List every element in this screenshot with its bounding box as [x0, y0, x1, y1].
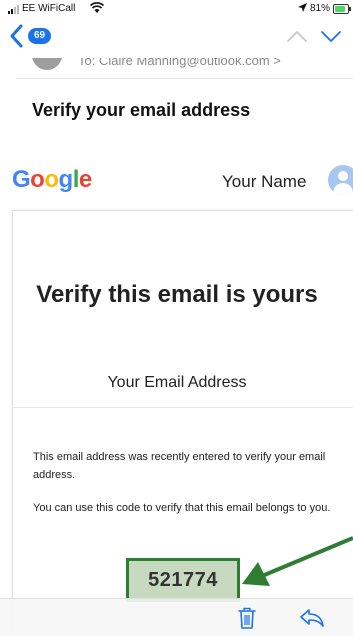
- account-avatar-icon: [328, 165, 353, 195]
- email-subject: Verify your email address: [32, 100, 251, 120]
- back-button[interactable]: 69: [6, 22, 52, 50]
- battery-percentage: 81%: [310, 3, 331, 14]
- card-divider: [13, 407, 353, 408]
- battery-nub: [349, 7, 351, 11]
- carrier-label: EE WiFiCall: [22, 3, 76, 14]
- avatar-body: [333, 183, 353, 195]
- sender-avatar: [32, 58, 62, 70]
- mail-screen: EE WiFiCall 81% 69 To: Claire Manning@ou…: [0, 0, 353, 636]
- body-paragraph-2: You can use this code to verify that thi…: [33, 502, 331, 514]
- annotation-arrow-icon: [242, 536, 353, 586]
- trash-icon[interactable]: [236, 606, 258, 630]
- reply-icon[interactable]: [299, 608, 325, 628]
- google-logo: Google: [12, 166, 92, 193]
- header-divider: [16, 78, 353, 79]
- email-address-label: Your Email Address: [107, 374, 247, 391]
- verification-code: 521774: [148, 568, 218, 591]
- chevron-up-icon[interactable]: [286, 26, 308, 46]
- status-bar: EE WiFiCall 81%: [0, 0, 353, 18]
- bottom-toolbar: [0, 598, 353, 636]
- battery-level: [335, 6, 345, 12]
- wifi-icon: [90, 2, 104, 13]
- verification-code-box: 521774: [126, 558, 240, 602]
- mail-nav-bar: 69: [0, 18, 353, 58]
- recipient-text: To: Claire Manning@outlook.com >: [78, 58, 281, 68]
- recipient-line[interactable]: To: Claire Manning@outlook.com >: [0, 58, 353, 80]
- account-name: Your Name: [222, 172, 307, 191]
- chevron-down-icon[interactable]: [320, 26, 342, 46]
- body-paragraph-1: This email address was recently entered …: [33, 451, 326, 481]
- avatar-head: [338, 171, 348, 181]
- battery-icon: [333, 4, 351, 14]
- location-arrow-icon: [298, 3, 307, 12]
- unread-count-badge: 69: [28, 28, 52, 44]
- verification-title: Verify this email is yours: [36, 281, 318, 308]
- signal-icon: [8, 5, 19, 14]
- chevron-left-icon: [10, 24, 23, 48]
- arrow-shaft: [261, 536, 353, 578]
